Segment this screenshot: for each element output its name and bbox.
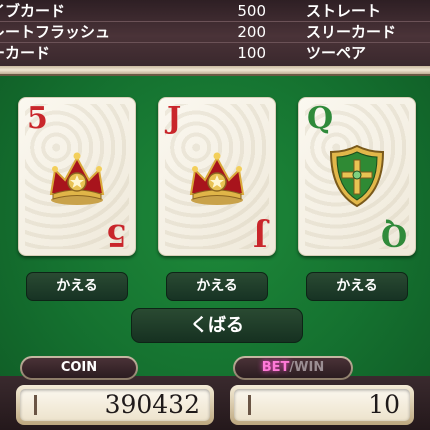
change-card-3-button[interactable]: かえる [306,272,408,301]
payout-hand-right: スリーカード [306,23,397,41]
payout-hand: ーカード [0,44,51,62]
payout-row: ーカード 100 ツーペア [0,43,430,63]
coin-display: 390432 [16,385,214,425]
deal-button[interactable]: くばる [131,308,303,343]
coin-label: COIN [22,358,136,378]
payout-hand: イブカード [0,2,66,20]
payout-hand-right: ストレート [306,2,382,20]
coin-value: 390432 [104,390,200,419]
coin-label-plate: COIN [20,356,138,380]
payout-hand-right: ツーペア [306,44,367,62]
playing-card-3[interactable]: Q Q [298,97,416,256]
payout-row: レートフラッシュ 200 スリーカード [0,22,430,42]
coin-slot-icon [34,395,37,415]
bet-slot-icon [248,395,251,415]
payout-hand: レートフラッシュ [0,23,111,41]
bet-display-inner: 10 [234,389,410,421]
table-trim [0,66,430,76]
bet-label: BET [261,360,290,375]
card-rank-top: J [167,101,182,136]
change-card-1-button[interactable]: かえる [26,272,128,301]
payout-row: イブカード 500 ストレート [0,1,430,21]
win-label: WIN [294,360,325,375]
playing-card-1[interactable]: 5 5 [18,97,136,256]
playing-card-2[interactable]: J J [158,97,276,256]
card-rank-top: 5 [27,101,48,136]
payout-table: イブカード 500 ストレート レートフラッシュ 200 スリーカード ーカード… [0,0,430,66]
coin-display-inner: 390432 [20,389,210,421]
change-card-2-button[interactable]: かえる [166,272,268,301]
card-rank-bottom: 5 [106,217,127,252]
crown-icon [49,152,105,205]
bet-win-toggle[interactable]: BET/WIN [233,356,353,380]
shield-icon [329,144,385,208]
payout-value: 500 [237,2,266,20]
card-rank-bottom: Q [380,217,407,252]
bet-display: 10 [230,385,414,425]
crown-icon [189,152,245,205]
bet-win-label: BET/WIN [235,358,351,378]
card-rank-top: Q [307,101,334,136]
payout-value: 100 [237,44,266,62]
card-rank-bottom: J [252,217,267,252]
payout-value: 200 [237,23,266,41]
bet-value: 10 [368,390,400,419]
